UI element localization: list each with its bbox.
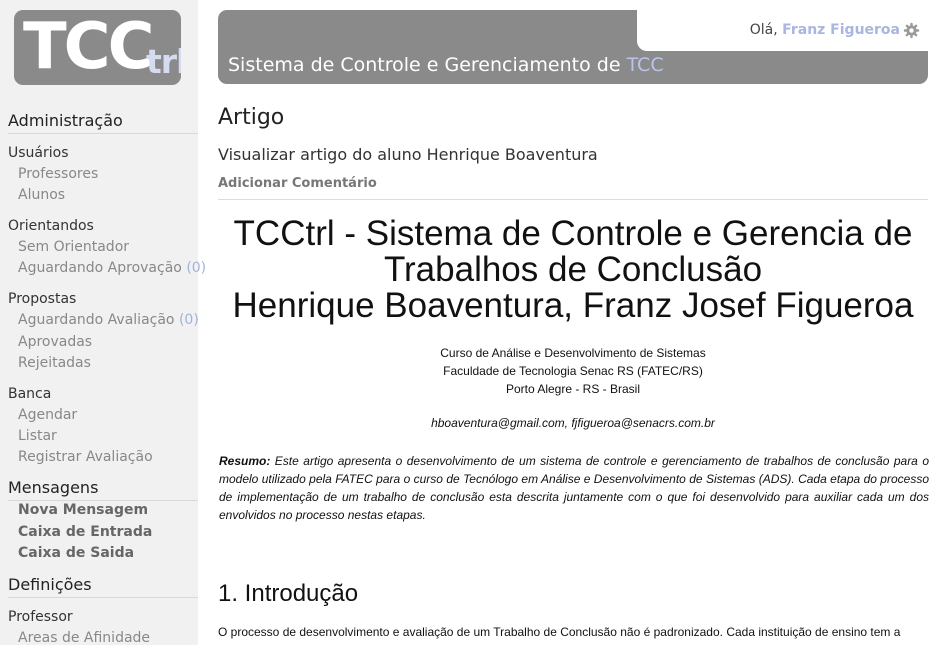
sidebar-item-registrar-avaliacao[interactable]: Registrar Avaliação (18, 448, 153, 466)
article-affiliation-school: Faculdade de Tecnologia Senac RS (FATEC/… (443, 364, 703, 378)
section-heading: 1. Introdução (218, 580, 359, 607)
sidebar-item-rejeitadas[interactable]: Rejeitadas (18, 354, 91, 372)
divider (218, 199, 928, 200)
user-box: Olá, Franz Figueroa (637, 10, 928, 51)
article-title: TCCtrl - Sistema de Controle e Gerencia … (218, 216, 928, 324)
sidebar-group-usuarios: Usuários (8, 145, 69, 161)
logo-text: TCC (23, 10, 155, 84)
sidebar-item-sem-orientador[interactable]: Sem Orientador (18, 238, 129, 256)
sidebar-item-areas-afinidade[interactable]: Areas de Afinidade (18, 629, 150, 645)
sidebar-item-aprovadas[interactable]: Aprovadas (18, 333, 92, 351)
app-logo[interactable]: TCC trl (14, 10, 181, 85)
greeting-text: Olá, (749, 22, 778, 38)
sidebar-item-label: Aguardando Avaliação (18, 312, 175, 328)
system-title-text: Sistema de Controle e Gerenciamento de (228, 54, 621, 76)
article-affiliation-course: Curso de Análise e Desenvolvimento de Si… (440, 346, 706, 360)
sidebar-group-banca: Banca (8, 386, 52, 402)
sidebar-item-nova-mensagem[interactable]: Nova Mensagem (18, 501, 148, 519)
gear-icon[interactable] (903, 22, 920, 39)
sidebar-item-professores[interactable]: Professores (18, 165, 98, 183)
system-title-accent: TCC (626, 54, 664, 76)
page-title: Artigo (218, 105, 285, 130)
article-emails: hboaventura@gmail.com, fjfigueroa@senacr… (431, 416, 715, 430)
abstract-text: Este artigo apresenta o desenvolvimento … (219, 454, 929, 522)
sidebar-item-agendar[interactable]: Agendar (18, 406, 77, 424)
sidebar-item-listar[interactable]: Listar (18, 427, 57, 445)
header-banner: Olá, Franz Figueroa Sistema de Controle … (218, 10, 928, 84)
article-title-line: TCCtrl - Sistema de Controle e Gerencia … (233, 214, 913, 253)
logo-suffix: trl (146, 42, 181, 81)
abstract-label: Resumo: (219, 454, 271, 468)
pending-count-badge: (0) (178, 312, 199, 328)
pending-count-badge: (0) (186, 260, 207, 276)
sidebar-group-propostas: Propostas (8, 291, 77, 307)
user-name-link[interactable]: Franz Figueroa (782, 22, 900, 38)
sidebar-section-administracao: Administração (8, 111, 198, 134)
sidebar-item-caixa-saida[interactable]: Caixa de Saida (18, 544, 134, 562)
sidebar-item-caixa-entrada[interactable]: Caixa de Entrada (18, 523, 152, 541)
article-authors: Henrique Boaventura, Franz Josef Figuero… (232, 286, 914, 325)
add-comment-link[interactable]: Adicionar Comentário (218, 176, 377, 191)
sidebar: TCC trl Administração Usuários Professor… (0, 0, 206, 645)
sidebar-item-aguardando-aprovacao[interactable]: Aguardando Aprovação (0) (18, 259, 206, 277)
sidebar-item-alunos[interactable]: Alunos (18, 186, 65, 204)
sidebar-item-aguardando-avaliacao[interactable]: Aguardando Avaliação (0) (18, 311, 199, 329)
sidebar-group-professor: Professor (8, 609, 73, 625)
article-title-line: Trabalhos de Conclusão (383, 250, 763, 289)
article-abstract: Resumo: Este artigo apresenta o desenvol… (219, 452, 929, 524)
article-affiliation-city: Porto Alegre - RS - Brasil (505, 382, 641, 396)
sidebar-section-mensagens: Mensagens (8, 478, 198, 501)
sidebar-item-label: Aguardando Aprovação (18, 260, 182, 276)
user-greeting: Olá, Franz Figueroa (750, 22, 900, 38)
sidebar-section-definicoes: Definições (8, 575, 198, 598)
system-title: Sistema de Controle e Gerenciamento de T… (228, 54, 664, 76)
sidebar-group-orientandos: Orientandos (8, 218, 94, 234)
section-paragraph: O processo de desenvolvimento e avaliaçã… (218, 625, 901, 639)
page-subtitle: Visualizar artigo do aluno Henrique Boav… (218, 145, 598, 164)
